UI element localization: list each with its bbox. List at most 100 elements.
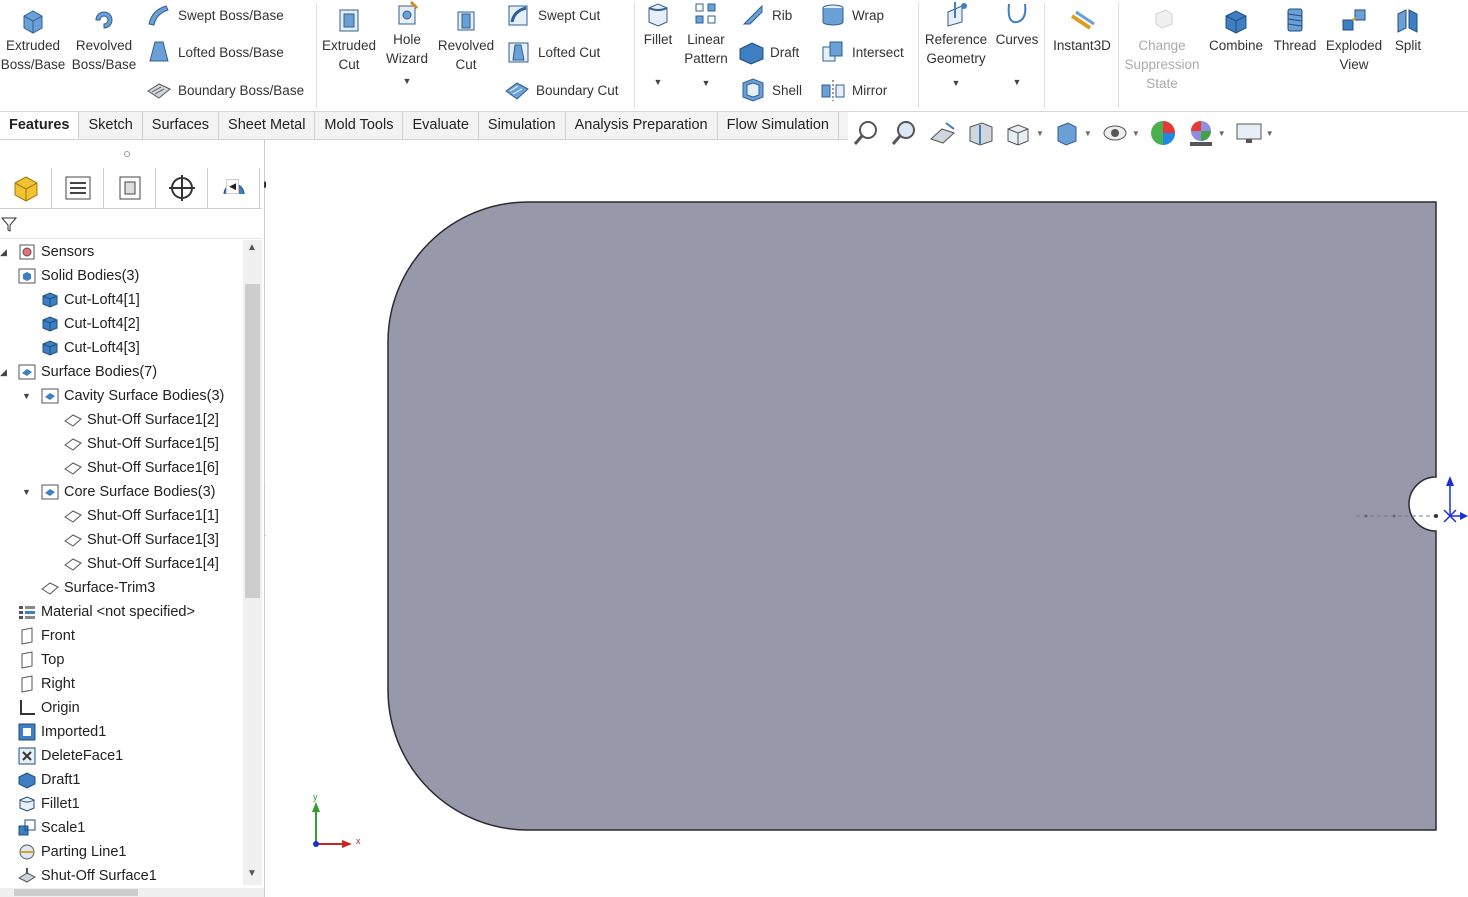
hide-show-dropdown-icon[interactable]: ▼ — [1132, 129, 1140, 138]
property-manager-tab[interactable] — [52, 168, 104, 208]
expand-arrow-icon[interactable]: ▼ — [22, 487, 31, 497]
model-canvas[interactable]: y x — [266, 152, 1468, 897]
linear-pattern-dropdown-icon[interactable]: ▼ — [702, 74, 711, 93]
lofted-cut-button[interactable]: Lofted Cut — [506, 38, 600, 66]
part-face[interactable] — [387, 201, 1437, 831]
tab-sketch[interactable]: Sketch — [79, 112, 143, 139]
revolved-boss-button[interactable]: Revolved Boss/Base — [72, 6, 136, 74]
tree-item-right-plane[interactable]: Right — [18, 672, 75, 696]
section-view-icon[interactable] — [966, 118, 996, 148]
rib-button[interactable]: Rib — [740, 1, 792, 29]
extruded-boss-button[interactable]: Extruded Boss/Base — [1, 6, 65, 74]
tree-item-surface-bodies[interactable]: Surface Bodies(7) — [18, 360, 157, 384]
instant3d-button[interactable]: Instant3D — [1048, 6, 1116, 55]
dimxpert-manager-tab[interactable] — [156, 168, 208, 208]
lofted-boss-button[interactable]: Lofted Boss/Base — [146, 38, 284, 66]
fillet-dropdown-icon[interactable]: ▼ — [654, 73, 663, 92]
swept-boss-button[interactable]: Swept Boss/Base — [146, 1, 284, 29]
zoom-to-area-icon[interactable] — [890, 118, 920, 148]
edit-appearance-icon[interactable] — [1148, 118, 1178, 148]
split-button[interactable]: Split — [1388, 6, 1428, 55]
tab-analysis-preparation[interactable]: Analysis Preparation — [566, 112, 718, 139]
tree-item-imported1[interactable]: Imported1 — [18, 720, 106, 744]
reference-geometry-dropdown-icon[interactable]: ▼ — [952, 74, 961, 93]
tree-item-draft1[interactable]: Draft1 — [18, 768, 81, 792]
change-suppression-button[interactable]: Change Suppression State — [1122, 6, 1202, 93]
scroll-up-icon[interactable]: ▲ — [247, 242, 257, 253]
tree-item-shut-off-surface1-5[interactable]: Shut-Off Surface1[5] — [64, 432, 219, 456]
tab-simulation[interactable]: Simulation — [479, 112, 566, 139]
display-style-icon[interactable] — [1052, 118, 1082, 148]
mirror-button[interactable]: Mirror — [820, 76, 887, 104]
expand-arrow-icon[interactable]: ▼ — [22, 391, 31, 401]
tab-flow-simulation[interactable]: Flow Simulation — [718, 112, 839, 139]
panel-grip-icon[interactable] — [123, 150, 131, 158]
tree-item-sensors[interactable]: Sensors — [18, 240, 94, 264]
boundary-boss-button[interactable]: Boundary Boss/Base — [146, 76, 304, 104]
view-settings-dropdown-icon[interactable]: ▼ — [1266, 129, 1274, 138]
tree-item-shut-off-surface1-1[interactable]: Shut-Off Surface1[1] — [64, 504, 219, 528]
tree-item-shut-off-surface1-3[interactable]: Shut-Off Surface1[3] — [64, 528, 219, 552]
tree-horizontal-scrollbar[interactable] — [0, 888, 264, 897]
scroll-down-icon[interactable]: ▼ — [247, 868, 257, 879]
configuration-manager-tab[interactable] — [104, 168, 156, 208]
tree-item-shut-off-surface1[interactable]: Shut-Off Surface1 — [18, 864, 157, 888]
display-style-dropdown-icon[interactable]: ▼ — [1084, 129, 1092, 138]
tree-hscroll-thumb[interactable] — [14, 889, 138, 896]
combine-button[interactable]: Combine — [1206, 6, 1266, 55]
linear-pattern-button[interactable]: Linear Pattern ▼ — [680, 0, 732, 93]
tab-sheet-metal[interactable]: Sheet Metal — [219, 112, 316, 139]
shell-button[interactable]: Shell — [740, 76, 802, 104]
tree-item-front-plane[interactable]: Front — [18, 624, 75, 648]
tree-item-shut-off-surface1-2[interactable]: Shut-Off Surface1[2] — [64, 408, 219, 432]
tab-evaluate[interactable]: Evaluate — [403, 112, 479, 139]
tree-item-cut-loft4-1[interactable]: Cut-Loft4[1] — [41, 288, 140, 312]
hole-wizard-button[interactable]: Hole Wizard ▼ — [382, 0, 432, 91]
tree-item-parting-line1[interactable]: Parting Line1 — [18, 840, 126, 864]
curves-button[interactable]: Curves ▼ — [994, 0, 1040, 92]
tab-surfaces[interactable]: Surfaces — [143, 112, 220, 139]
tree-item-cut-loft4-2[interactable]: Cut-Loft4[2] — [41, 312, 140, 336]
tree-scroll-thumb[interactable] — [245, 284, 260, 598]
draft-button[interactable]: Draft — [738, 38, 799, 66]
thread-button[interactable]: Thread — [1270, 6, 1320, 55]
tree-item-cavity-surface-bodies[interactable]: Cavity Surface Bodies(3) — [41, 384, 224, 408]
wrap-button[interactable]: Wrap — [820, 1, 884, 29]
tree-filter-bar[interactable] — [0, 210, 262, 239]
display-manager-tab[interactable]: ◀ ▶ — [208, 168, 271, 208]
expand-arrow-icon[interactable]: ◢ — [0, 247, 7, 258]
tab-scroll-left-icon[interactable]: ◀ — [226, 179, 239, 194]
graphics-area[interactable]: y x — [266, 152, 1468, 897]
zoom-to-fit-icon[interactable] — [852, 118, 882, 148]
tree-item-origin[interactable]: Origin — [18, 696, 80, 720]
tree-item-surface-trim3[interactable]: Surface-Trim3 — [41, 576, 155, 600]
extruded-cut-button[interactable]: Extruded Cut — [318, 6, 380, 74]
curves-dropdown-icon[interactable]: ▼ — [1013, 73, 1022, 92]
fillet-button[interactable]: Fillet ▼ — [638, 0, 678, 92]
apply-scene-icon[interactable] — [1186, 118, 1216, 148]
tree-item-scale1[interactable]: Scale1 — [18, 816, 85, 840]
tree-item-material[interactable]: Material <not specified> — [18, 600, 195, 624]
hide-show-items-icon[interactable] — [1100, 118, 1130, 148]
tree-item-shut-off-surface1-6[interactable]: Shut-Off Surface1[6] — [64, 456, 219, 480]
tree-item-cut-loft4-3[interactable]: Cut-Loft4[3] — [41, 336, 140, 360]
tab-features[interactable]: Features — [0, 112, 80, 139]
view-settings-icon[interactable] — [1234, 118, 1264, 148]
hole-wizard-dropdown-icon[interactable]: ▼ — [403, 72, 412, 91]
exploded-view-button[interactable]: Exploded View — [1322, 6, 1386, 74]
intersect-button[interactable]: Intersect — [820, 38, 904, 66]
view-orientation-icon[interactable] — [1004, 118, 1034, 148]
feature-manager-tab[interactable] — [0, 168, 52, 208]
expand-arrow-icon[interactable]: ◢ — [0, 367, 7, 378]
tree-item-fillet1[interactable]: Fillet1 — [18, 792, 80, 816]
tree-item-shut-off-surface1-4[interactable]: Shut-Off Surface1[4] — [64, 552, 219, 576]
filter-icon[interactable] — [1, 216, 17, 232]
tree-item-deleteface1[interactable]: DeleteFace1 — [18, 744, 123, 768]
boundary-cut-button[interactable]: Boundary Cut — [504, 76, 619, 104]
swept-cut-button[interactable]: Swept Cut — [506, 1, 600, 29]
revolved-cut-button[interactable]: Revolved Cut — [436, 6, 496, 74]
tree-item-solid-bodies[interactable]: Solid Bodies(3) — [18, 264, 139, 288]
reference-geometry-button[interactable]: Reference Geometry ▼ — [922, 0, 990, 93]
tree-item-core-surface-bodies[interactable]: Core Surface Bodies(3) — [41, 480, 216, 504]
previous-view-icon[interactable] — [928, 118, 958, 148]
